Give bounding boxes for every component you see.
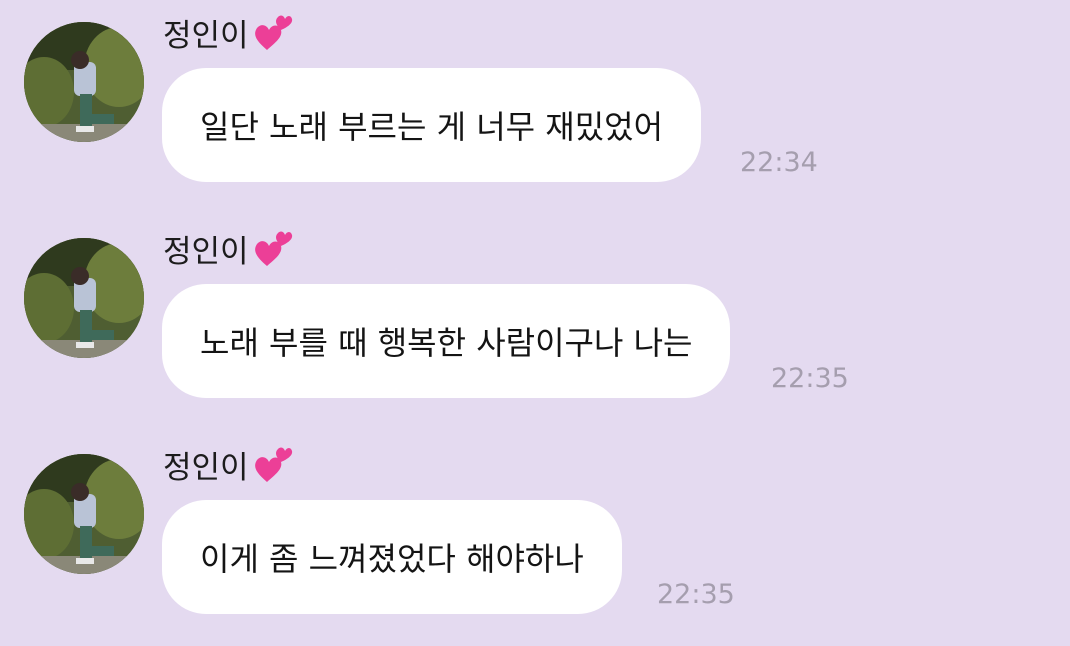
message-timestamp: 22:35 (771, 363, 849, 394)
two-hearts-icon (254, 231, 292, 266)
chat-message: 정인이 이게 좀 느껴졌었다 해야하나 22:35 (0, 432, 1070, 632)
avatar[interactable] (24, 22, 144, 142)
sender-name: 정인이 (163, 442, 295, 486)
sender-name-text: 정인이 (163, 233, 249, 270)
chat-message: 정인이 노래 부를 때 행복한 사람이구나 나는 22:35 (0, 216, 1070, 416)
avatar[interactable] (24, 454, 144, 574)
chat-message: 정인이 일단 노래 부르는 게 너무 재밌었어 22:34 (0, 0, 1070, 200)
message-timestamp: 22:35 (657, 579, 735, 610)
two-hearts-icon (254, 15, 292, 50)
sender-name: 정인이 (163, 226, 295, 270)
message-bubble[interactable]: 이게 좀 느껴졌었다 해야하나 (162, 500, 622, 614)
message-text: 이게 좀 느껴졌었다 해야하나 (200, 540, 584, 578)
message-text: 일단 노래 부르는 게 너무 재밌었어 (200, 108, 664, 146)
sender-name: 정인이 (163, 10, 295, 54)
message-bubble[interactable]: 노래 부를 때 행복한 사람이구나 나는 (162, 284, 731, 398)
avatar[interactable] (24, 238, 144, 358)
message-timestamp: 22:34 (740, 147, 818, 178)
message-text: 노래 부를 때 행복한 사람이구나 나는 (200, 324, 693, 362)
sender-name-text: 정인이 (163, 449, 249, 486)
message-bubble[interactable]: 일단 노래 부르는 게 너무 재밌었어 (162, 68, 702, 182)
sender-name-text: 정인이 (163, 17, 249, 54)
two-hearts-icon (254, 447, 292, 482)
